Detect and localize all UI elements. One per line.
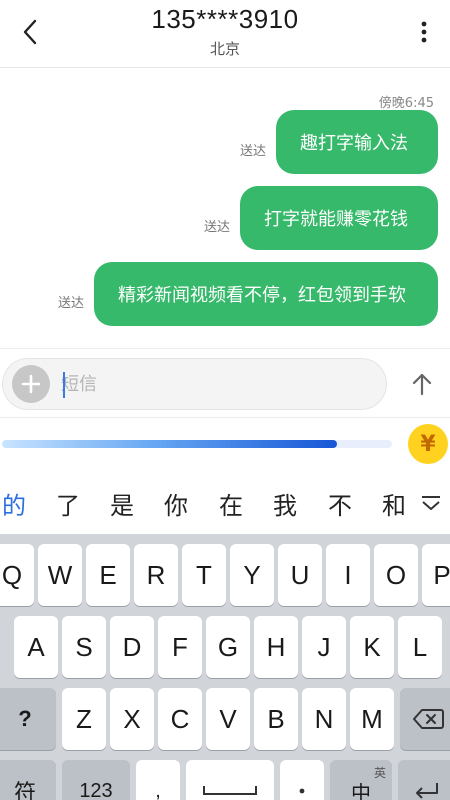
key-enter[interactable] [398, 760, 450, 800]
message-timestamp: 傍晚6:45 [378, 96, 434, 111]
enter-icon [416, 783, 438, 799]
compose-bar [0, 348, 450, 418]
backspace-icon [413, 709, 444, 729]
contact-location: 北京 [209, 40, 240, 58]
contact-number: 135****3910 [151, 4, 299, 34]
key-o[interactable]: O [374, 544, 418, 606]
message-row: 送达 打字就能赚零花钱 [204, 186, 438, 250]
key-p[interactable]: P [422, 544, 450, 606]
yen-coin-icon: ¥ [420, 431, 436, 457]
coin-reward-button[interactable]: ¥ [408, 424, 448, 464]
reward-progress-bar [2, 440, 392, 448]
key-w[interactable]: W [38, 544, 82, 606]
message-list: 傍晚6:45 送达 趣打字输入法 送达 打字就能赚零花钱 送达 精彩新闻视频看不… [0, 68, 450, 348]
candidate-bar: 的 了 是 你 在 我 不 和 [0, 470, 450, 534]
key-b[interactable]: B [254, 688, 298, 750]
key-t[interactable]: T [182, 544, 226, 606]
space-bar-icon [203, 786, 257, 795]
period-icon [299, 788, 305, 794]
candidate-expand-button[interactable] [416, 488, 446, 518]
candidate-word[interactable]: 不 [328, 486, 352, 521]
key-lang-switch[interactable]: 中 英 [330, 760, 392, 800]
key-question-shift[interactable]: ? [0, 688, 56, 750]
key-u[interactable]: U [278, 544, 322, 606]
key-e[interactable]: E [86, 544, 130, 606]
key-symbols[interactable]: 符 [0, 760, 56, 800]
attach-button[interactable] [12, 365, 50, 403]
message-row: 送达 精彩新闻视频看不停，红包领到手软 [58, 262, 438, 326]
key-q[interactable]: Q [0, 544, 34, 606]
key-d[interactable]: D [110, 616, 154, 678]
plus-icon [21, 374, 41, 394]
candidate-word[interactable]: 我 [273, 486, 297, 521]
message-row: 送达 趣打字输入法 [240, 110, 438, 174]
key-z[interactable]: Z [62, 688, 106, 750]
key-n[interactable]: N [302, 688, 346, 750]
sms-screen: 135****3910 北京 傍晚6:45 送达 趣打字输入法 送达 打字就能赚… [0, 0, 450, 800]
delivery-status: 送达 [57, 295, 84, 311]
chevron-down-icon [422, 496, 440, 510]
key-m[interactable]: M [350, 688, 394, 750]
key-v[interactable]: V [206, 688, 250, 750]
key-x[interactable]: X [110, 688, 154, 750]
lang-en-label: 英 [373, 766, 386, 780]
key-y[interactable]: Y [230, 544, 274, 606]
text-cursor [63, 372, 65, 398]
key-l[interactable]: L [398, 616, 442, 678]
key-f[interactable]: F [158, 616, 202, 678]
candidate-word[interactable]: 在 [219, 486, 243, 521]
keyboard: Q W E R T Y U I O P A S D F G H J K L ? … [0, 534, 450, 800]
candidate-word[interactable]: 和 [382, 486, 406, 521]
message-bubble[interactable]: 打字就能赚零花钱 [240, 186, 438, 250]
delivery-status: 送达 [239, 143, 266, 159]
lang-zh-label: 中 [351, 782, 371, 800]
key-k[interactable]: K [350, 616, 394, 678]
ime-toolbar: ¥ [0, 418, 450, 470]
key-comma[interactable]: , [136, 760, 180, 800]
arrow-up-icon [412, 373, 432, 396]
key-numbers[interactable]: 123 [62, 760, 130, 800]
key-h[interactable]: H [254, 616, 298, 678]
candidate-word[interactable]: 你 [164, 486, 188, 521]
header: 135****3910 北京 [0, 0, 450, 68]
message-input-container [2, 358, 387, 410]
key-r[interactable]: R [134, 544, 178, 606]
key-period[interactable] [280, 760, 324, 800]
candidate-word[interactable]: 了 [56, 486, 80, 521]
message-bubble[interactable]: 精彩新闻视频看不停，红包领到手软 [94, 262, 438, 326]
more-vertical-icon [421, 21, 427, 43]
key-c[interactable]: C [158, 688, 202, 750]
more-options-button[interactable] [406, 14, 442, 50]
key-a[interactable]: A [14, 616, 58, 678]
message-bubble[interactable]: 趣打字输入法 [276, 110, 438, 174]
send-button[interactable] [402, 364, 442, 404]
key-space[interactable] [186, 760, 274, 800]
key-g[interactable]: G [206, 616, 250, 678]
key-backspace[interactable] [400, 688, 450, 750]
candidate-word[interactable]: 是 [110, 486, 134, 521]
reward-progress-fill [2, 440, 338, 448]
key-s[interactable]: S [62, 616, 106, 678]
key-j[interactable]: J [302, 616, 346, 678]
key-i[interactable]: I [326, 544, 370, 606]
message-input[interactable] [61, 369, 371, 399]
delivery-status: 送达 [203, 219, 230, 235]
candidate-word[interactable]: 的 [2, 486, 26, 521]
